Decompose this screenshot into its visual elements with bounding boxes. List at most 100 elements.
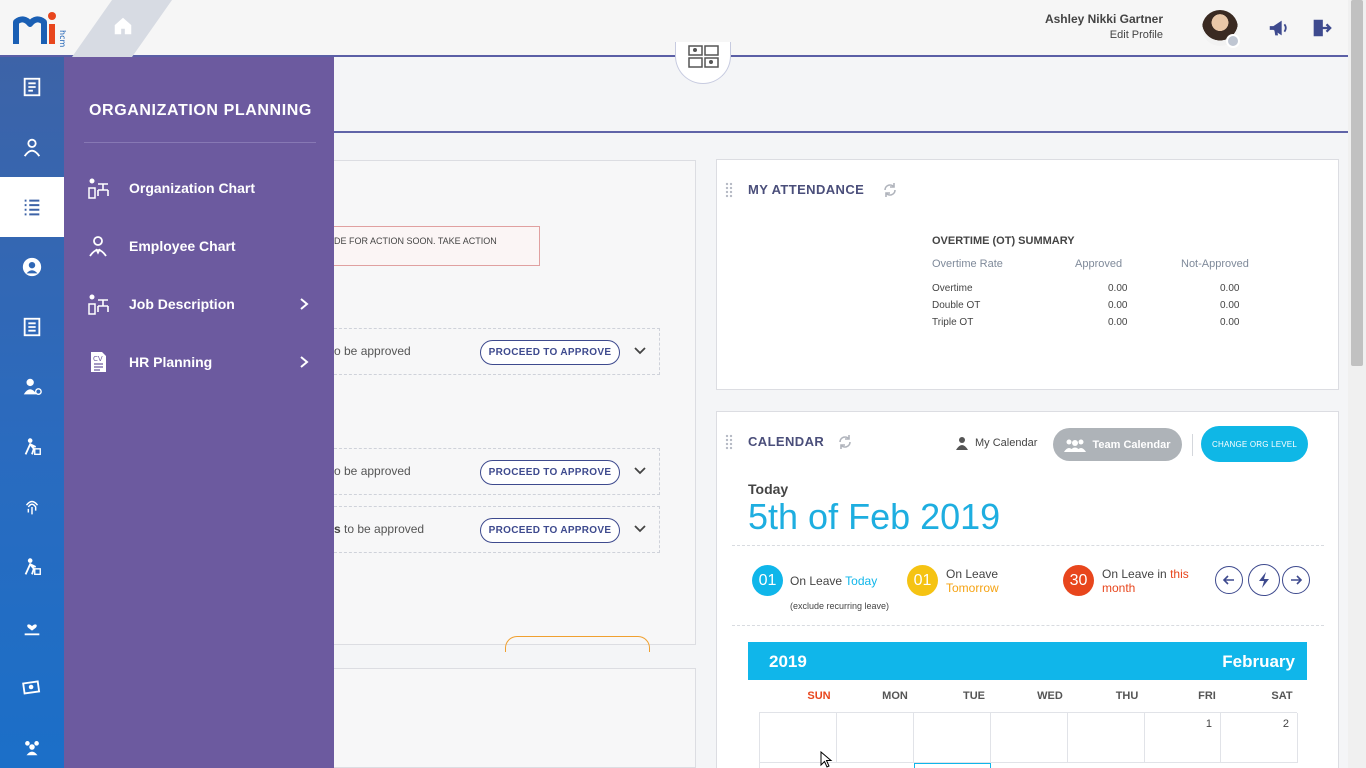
- rail-item-attendance[interactable]: [0, 477, 64, 537]
- ot-summary-title: OVERTIME (OT) SUMMARY: [932, 235, 1075, 247]
- calendar-day[interactable]: [914, 713, 991, 763]
- menu-item-job-description[interactable]: Job Description: [86, 287, 314, 321]
- ot-approved: 0.00: [1108, 317, 1128, 328]
- today-date: 5th of Feb 2019: [748, 496, 1001, 537]
- divider: [732, 625, 1324, 626]
- leave-today-count[interactable]: 01: [752, 565, 783, 596]
- menu-item-employee-chart[interactable]: Employee Chart: [86, 229, 314, 263]
- leave-tomorrow-count[interactable]: 01: [907, 565, 938, 596]
- menu-item-label: Organization Chart: [129, 180, 256, 196]
- chevron-down-icon[interactable]: [634, 466, 646, 476]
- alert-box: [334, 226, 540, 266]
- calendar-day[interactable]: [837, 713, 914, 763]
- proceed-to-approve-button[interactable]: PROCEED TO APPROVE: [480, 460, 620, 485]
- scrollbar-thumb[interactable]: [1351, 0, 1363, 366]
- list-icon: [24, 199, 40, 216]
- rail-item-user-settings[interactable]: [0, 357, 64, 417]
- attendance-title: MY ATTENDANCE: [748, 182, 865, 197]
- task-row: o be approved PROCEED TO APPROVE: [334, 328, 660, 375]
- rail-item-team[interactable]: [0, 717, 64, 768]
- svg-text:CV: CV: [93, 355, 103, 363]
- fingerprint-icon: [25, 500, 39, 515]
- megaphone-icon[interactable]: [1267, 17, 1289, 39]
- widget-toggle[interactable]: [675, 42, 731, 84]
- chevron-right-icon: [300, 356, 309, 368]
- rail-item-travel-2[interactable]: [0, 537, 64, 597]
- leave-month-count[interactable]: 30: [1063, 565, 1094, 596]
- arrow-left-icon: [1222, 575, 1234, 585]
- alert-text: DE FOR ACTION SOON. TAKE ACTION: [334, 236, 497, 246]
- prev-button[interactable]: [1215, 566, 1243, 594]
- leave-month-text: On Leave in this month: [1102, 567, 1189, 595]
- logout-icon[interactable]: [1310, 17, 1332, 39]
- proceed-to-approve-button[interactable]: PROCEED TO APPROVE: [480, 518, 620, 543]
- person-icon: [956, 437, 968, 450]
- ot-not-approved: 0.00: [1220, 300, 1240, 311]
- calendar-month: February: [1222, 652, 1295, 671]
- user-circle-icon: [22, 257, 42, 277]
- mouse-cursor-icon: [820, 751, 833, 768]
- leave-today-text: On Leave Today: [790, 574, 878, 588]
- quick-action-button[interactable]: [1248, 564, 1280, 596]
- task-text: o be approved: [334, 464, 411, 478]
- drag-handle-icon[interactable]: [725, 182, 733, 198]
- day-of-week: THU: [1115, 690, 1139, 702]
- hand-heart-icon: [24, 624, 40, 636]
- document-icon: [23, 317, 41, 337]
- rail-item-documents[interactable]: [0, 297, 64, 357]
- top-header: hcm Ashley Nikki Gartner Edit Profile: [0, 0, 1348, 57]
- today-cell[interactable]: [914, 763, 991, 768]
- settings-badge-icon[interactable]: [1226, 34, 1240, 48]
- rail-item-tasks[interactable]: [0, 57, 64, 117]
- menu-item-hr-planning[interactable]: CV HR Planning: [86, 345, 314, 379]
- day-of-week: FRI: [1198, 690, 1216, 702]
- chevron-down-icon[interactable]: [634, 346, 646, 356]
- next-button[interactable]: [1282, 566, 1310, 594]
- tab-team-calendar[interactable]: Team Calendar: [1053, 428, 1182, 461]
- day-of-week: MON: [882, 690, 908, 702]
- rail-item-employee[interactable]: [0, 117, 64, 177]
- task-text: s to be approved: [334, 522, 425, 536]
- rail-item-payroll[interactable]: [0, 657, 64, 717]
- leave-today-note: (exclude recurring leave): [790, 601, 890, 611]
- rail-item-org-planning[interactable]: [0, 177, 64, 237]
- drag-handle-icon[interactable]: [725, 434, 733, 450]
- day-of-week: SUN: [807, 690, 831, 702]
- leave-tomorrow-text: On Leave Tomorrow: [946, 567, 999, 595]
- refresh-icon[interactable]: [882, 182, 898, 198]
- lower-left-card: [334, 668, 696, 768]
- cash-icon: [22, 680, 41, 695]
- calendar-day[interactable]: 1: [1144, 713, 1221, 763]
- refresh-icon[interactable]: [837, 434, 853, 450]
- rail-item-profile[interactable]: [0, 237, 64, 297]
- chevron-down-icon[interactable]: [634, 524, 646, 534]
- traveler-icon: [24, 438, 41, 456]
- dashboard-widget-icon: [688, 45, 719, 68]
- change-org-level-button[interactable]: CHANGE ORG LEVEL: [1201, 426, 1308, 462]
- edit-profile-link[interactable]: Edit Profile: [1110, 29, 1163, 41]
- task-text: o be approved: [334, 344, 411, 358]
- day-of-week: TUE: [963, 690, 985, 702]
- rail-item-travel[interactable]: [0, 417, 64, 477]
- menu-item-organization-chart[interactable]: Organization Chart: [86, 171, 314, 205]
- tab-separator: [1192, 434, 1193, 456]
- proceed-to-approve-button[interactable]: PROCEED TO APPROVE: [480, 340, 620, 365]
- calendar-day[interactable]: [1068, 713, 1145, 763]
- lightning-icon: [1259, 572, 1269, 588]
- arrow-right-icon: [1291, 575, 1303, 585]
- rail-item-care[interactable]: [0, 597, 64, 657]
- task-row: s to be approved PROCEED TO APPROVE: [334, 506, 660, 553]
- calendar-day[interactable]: 2: [1221, 713, 1298, 763]
- col-header: Not-Approved: [1181, 258, 1249, 270]
- partial-button[interactable]: [505, 636, 650, 652]
- calendar-day[interactable]: [991, 713, 1068, 763]
- company-logo[interactable]: hcm: [12, 8, 72, 48]
- chevron-right-icon: [300, 298, 309, 310]
- day-of-week: SAT: [1271, 690, 1293, 702]
- home-icon[interactable]: [112, 15, 134, 37]
- ot-approved: 0.00: [1108, 283, 1128, 294]
- page-title-underline: [334, 131, 1348, 133]
- tab-my-calendar[interactable]: My Calendar: [955, 436, 1037, 450]
- day-of-week: WED: [1037, 690, 1063, 702]
- tab-label: My Calendar: [975, 437, 1038, 449]
